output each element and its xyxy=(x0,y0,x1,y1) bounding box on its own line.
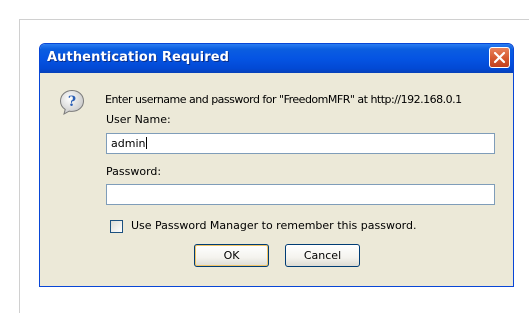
ok-button[interactable]: OK xyxy=(194,244,269,267)
dialog-titlebar[interactable]: Authentication Required xyxy=(40,44,513,73)
close-icon xyxy=(493,51,506,64)
remember-password-label[interactable]: Use Password Manager to remember this pa… xyxy=(131,219,416,232)
dialog-title: Authentication Required xyxy=(47,50,230,65)
auth-message: Enter username and password for "Freedom… xyxy=(105,93,462,106)
close-button[interactable] xyxy=(489,47,510,68)
text-caret xyxy=(146,137,148,149)
username-label: User Name: xyxy=(106,113,171,126)
question-icon: ? xyxy=(59,89,85,115)
username-field[interactable]: admin xyxy=(106,133,495,154)
svg-text:?: ? xyxy=(68,94,76,110)
password-label: Password: xyxy=(106,165,162,178)
username-value: admin xyxy=(111,137,146,150)
remember-password-checkbox[interactable] xyxy=(110,220,123,233)
password-field[interactable] xyxy=(106,184,495,205)
dialog-body: ? Enter username and password for "Freed… xyxy=(40,73,513,286)
authentication-dialog: Authentication Required ? Enter username… xyxy=(39,43,514,287)
cancel-button[interactable]: Cancel xyxy=(285,244,360,267)
